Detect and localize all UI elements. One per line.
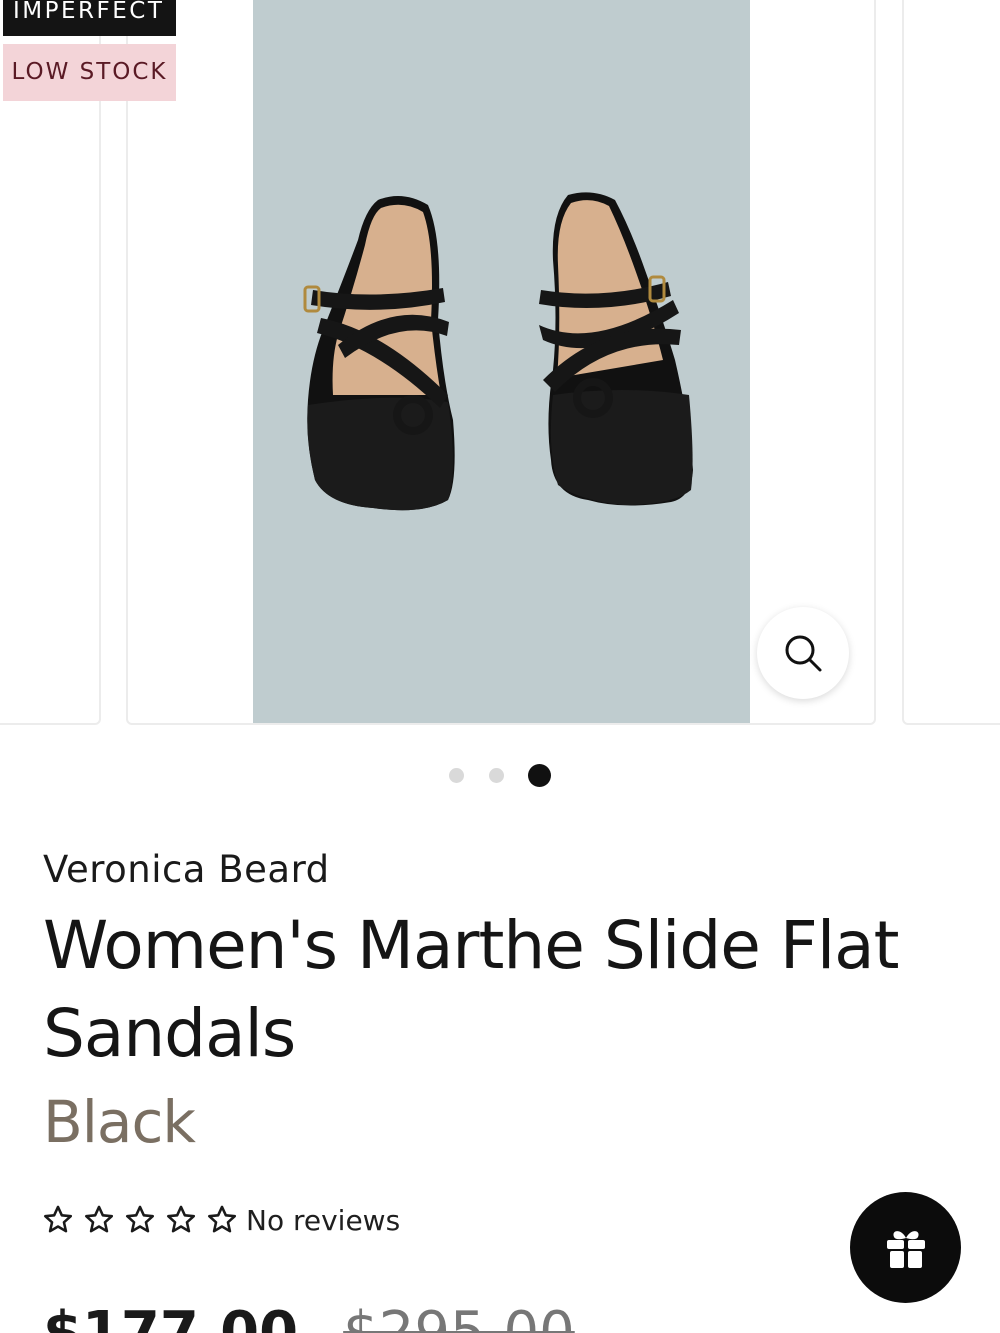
carousel-dot-1[interactable] xyxy=(449,768,464,783)
carousel-pagination xyxy=(0,762,1000,788)
reviews-count[interactable]: No reviews xyxy=(246,1204,400,1237)
image-carousel[interactable]: IMPERFECT LOW STOCK xyxy=(0,0,1000,727)
product-image[interactable] xyxy=(253,0,750,723)
carousel-dot-3-active[interactable] xyxy=(528,764,551,787)
left-sandal xyxy=(303,196,455,511)
star-icon xyxy=(82,1203,116,1237)
sale-price: $177.00 xyxy=(43,1300,299,1333)
gift-rewards-button[interactable] xyxy=(850,1192,961,1303)
star-icon xyxy=(205,1203,239,1237)
star-icon xyxy=(41,1203,75,1237)
product-color: Black xyxy=(43,1088,196,1156)
price-row: $177.00 $295.00 xyxy=(43,1300,575,1333)
rating-row[interactable]: No reviews xyxy=(41,1200,400,1240)
badge-low-stock: LOW STOCK xyxy=(3,44,176,101)
original-price: $295.00 xyxy=(343,1300,575,1333)
product-title: Women's Marthe Slide Flat Sandals xyxy=(43,907,900,1072)
gift-icon xyxy=(886,1230,925,1268)
search-icon xyxy=(785,635,822,672)
product-page: IMPERFECT LOW STOCK Veronica Beard Women… xyxy=(0,0,1000,1333)
carousel-slide-previous[interactable] xyxy=(0,0,101,725)
right-sandal xyxy=(539,192,693,506)
sandals-illustration xyxy=(303,192,693,511)
product-brand[interactable]: Veronica Beard xyxy=(43,848,330,891)
star-icon xyxy=(123,1203,157,1237)
star-icon xyxy=(164,1203,198,1237)
carousel-slide-next[interactable] xyxy=(902,0,1000,725)
badge-imperfect: IMPERFECT xyxy=(3,0,177,36)
carousel-dot-2[interactable] xyxy=(489,768,504,783)
zoom-button[interactable] xyxy=(757,607,849,699)
